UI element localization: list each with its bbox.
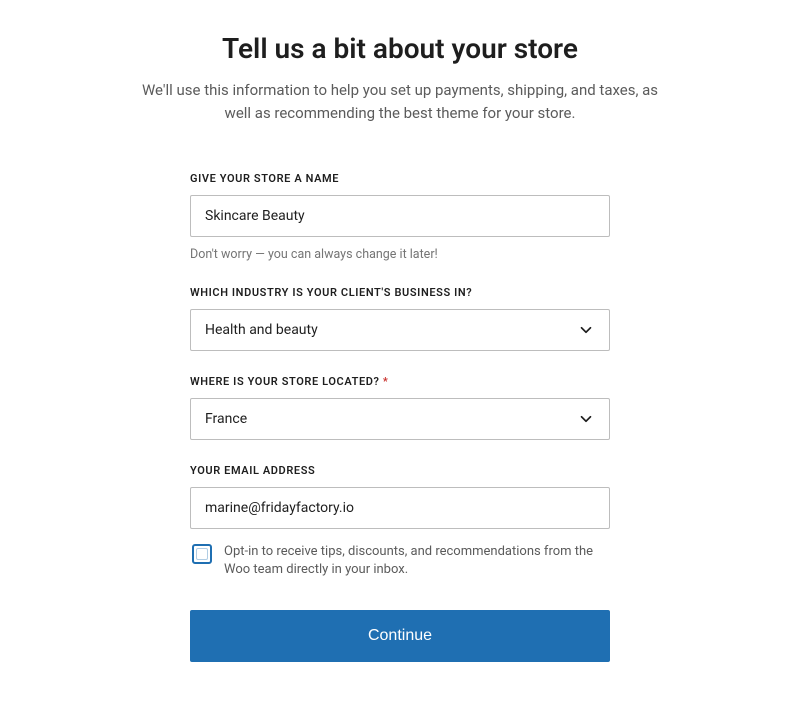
- industry-select[interactable]: Health and beauty: [190, 309, 610, 351]
- location-select[interactable]: France: [190, 398, 610, 440]
- page-title: Tell us a bit about your store: [0, 32, 800, 65]
- chevron-down-icon: [577, 321, 595, 339]
- location-label: WHERE IS YOUR STORE LOCATED? *: [190, 375, 610, 388]
- industry-select-value: Health and beauty: [205, 322, 318, 338]
- email-input[interactable]: [190, 487, 610, 529]
- page-subtitle: We'll use this information to help you s…: [130, 79, 670, 126]
- email-label: YOUR EMAIL ADDRESS: [190, 464, 610, 477]
- opt-in-row: Opt-in to receive tips, discounts, and r…: [190, 543, 610, 581]
- opt-in-checkbox[interactable]: [192, 544, 212, 564]
- store-setup-form: GIVE YOUR STORE A NAME Don't worry — you…: [190, 172, 610, 663]
- store-name-hint: Don't worry — you can always change it l…: [190, 247, 610, 262]
- store-name-field-group: GIVE YOUR STORE A NAME Don't worry — you…: [190, 172, 610, 262]
- store-name-input[interactable]: [190, 195, 610, 237]
- opt-in-text: Opt-in to receive tips, discounts, and r…: [224, 543, 610, 581]
- location-label-text: WHERE IS YOUR STORE LOCATED?: [190, 375, 380, 388]
- location-select-value: France: [205, 411, 247, 427]
- industry-label: WHICH INDUSTRY IS YOUR CLIENT'S BUSINESS…: [190, 286, 610, 299]
- location-field-group: WHERE IS YOUR STORE LOCATED? * France: [190, 375, 610, 440]
- industry-field-group: WHICH INDUSTRY IS YOUR CLIENT'S BUSINESS…: [190, 286, 610, 351]
- email-field-group: YOUR EMAIL ADDRESS: [190, 464, 610, 529]
- continue-button[interactable]: Continue: [190, 610, 610, 662]
- required-marker: *: [383, 375, 389, 388]
- store-name-label: GIVE YOUR STORE A NAME: [190, 172, 610, 185]
- chevron-down-icon: [577, 410, 595, 428]
